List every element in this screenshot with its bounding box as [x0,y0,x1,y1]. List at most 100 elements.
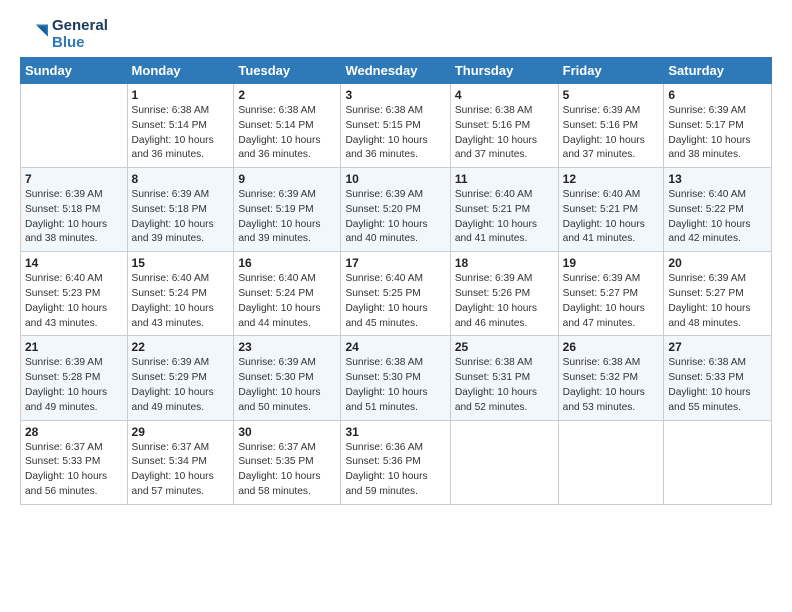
calendar-cell: 11 Sunrise: 6:40 AM Sunset: 5:21 PM Dayli… [450,168,558,252]
day-number: 7 [25,172,123,186]
calendar-cell: 29 Sunrise: 6:37 AM Sunset: 5:34 PM Dayli… [127,420,234,504]
day-info: Sunrise: 6:40 AM Sunset: 5:24 PM Dayligh… [132,272,230,331]
day-info: Sunrise: 6:37 AM Sunset: 5:33 PM Dayligh… [25,441,123,500]
day-number: 15 [132,256,230,270]
calendar-cell: 3Sunrise: 6:38 AM Sunset: 5:15 PM Daylig… [341,84,450,168]
calendar-cell: 22 Sunrise: 6:39 AM Sunset: 5:29 PM Dayli… [127,336,234,420]
calendar-cell: 16 Sunrise: 6:40 AM Sunset: 5:24 PM Dayli… [234,252,341,336]
day-number: 20 [668,256,767,270]
page-container: General Blue SundayMondayTuesdayWednesda… [0,0,792,515]
day-number: 22 [132,340,230,354]
calendar-cell: 1 Sunrise: 6:38 AM Sunset: 5:14 PM Daylig… [127,84,234,168]
week-row-1: 1 Sunrise: 6:38 AM Sunset: 5:14 PM Daylig… [21,84,772,168]
logo-icon [20,21,48,49]
day-info: Sunrise: 6:38 AM Sunset: 5:32 PM Dayligh… [563,356,660,415]
weekday-header-saturday: Saturday [664,58,772,84]
weekday-header-monday: Monday [127,58,234,84]
day-number: 11 [455,172,554,186]
week-row-5: 28 Sunrise: 6:37 AM Sunset: 5:33 PM Dayli… [21,420,772,504]
weekday-header-wednesday: Wednesday [341,58,450,84]
calendar-cell [21,84,128,168]
logo: General Blue [20,18,108,51]
day-number: 21 [25,340,123,354]
day-number: 18 [455,256,554,270]
day-number: 14 [25,256,123,270]
day-info: Sunrise: 6:40 AM Sunset: 5:21 PM Dayligh… [563,188,660,247]
day-number: 26 [563,340,660,354]
calendar-cell: 26 Sunrise: 6:38 AM Sunset: 5:32 PM Dayli… [558,336,664,420]
day-info: Sunrise: 6:39 AM Sunset: 5:18 PM Dayligh… [132,188,230,247]
day-number: 6 [668,88,767,102]
day-info: Sunrise: 6:39 AM Sunset: 5:19 PM Dayligh… [238,188,336,247]
day-number: 30 [238,425,336,439]
day-number: 25 [455,340,554,354]
day-info: Sunrise: 6:38 AM Sunset: 5:15 PM Dayligh… [345,104,445,163]
day-info: Sunrise: 6:39 AM Sunset: 5:18 PM Dayligh… [25,188,123,247]
day-info: Sunrise: 6:40 AM Sunset: 5:22 PM Dayligh… [668,188,767,247]
calendar-cell: 25Sunrise: 6:38 AM Sunset: 5:31 PM Dayli… [450,336,558,420]
day-number: 1 [132,88,230,102]
day-info: Sunrise: 6:39 AM Sunset: 5:29 PM Dayligh… [132,356,230,415]
weekday-header-sunday: Sunday [21,58,128,84]
logo-text: General Blue [52,18,108,51]
day-info: Sunrise: 6:40 AM Sunset: 5:24 PM Dayligh… [238,272,336,331]
day-info: Sunrise: 6:39 AM Sunset: 5:30 PM Dayligh… [238,356,336,415]
day-number: 24 [345,340,445,354]
day-info: Sunrise: 6:40 AM Sunset: 5:25 PM Dayligh… [345,272,445,331]
day-info: Sunrise: 6:38 AM Sunset: 5:14 PM Dayligh… [238,104,336,163]
weekday-header-tuesday: Tuesday [234,58,341,84]
day-info: Sunrise: 6:38 AM Sunset: 5:33 PM Dayligh… [668,356,767,415]
calendar-cell: 30 Sunrise: 6:37 AM Sunset: 5:35 PM Dayli… [234,420,341,504]
day-info: Sunrise: 6:38 AM Sunset: 5:16 PM Dayligh… [455,104,554,163]
day-info: Sunrise: 6:38 AM Sunset: 5:30 PM Dayligh… [345,356,445,415]
day-info: Sunrise: 6:39 AM Sunset: 5:26 PM Dayligh… [455,272,554,331]
day-number: 12 [563,172,660,186]
day-info: Sunrise: 6:39 AM Sunset: 5:16 PM Dayligh… [563,104,660,163]
day-info: Sunrise: 6:39 AM Sunset: 5:27 PM Dayligh… [668,272,767,331]
day-info: Sunrise: 6:39 AM Sunset: 5:28 PM Dayligh… [25,356,123,415]
day-number: 27 [668,340,767,354]
calendar-cell [450,420,558,504]
day-number: 10 [345,172,445,186]
day-number: 23 [238,340,336,354]
calendar-cell: 14Sunrise: 6:40 AM Sunset: 5:23 PM Dayli… [21,252,128,336]
calendar-cell [558,420,664,504]
day-info: Sunrise: 6:39 AM Sunset: 5:27 PM Dayligh… [563,272,660,331]
day-info: Sunrise: 6:37 AM Sunset: 5:34 PM Dayligh… [132,441,230,500]
calendar-cell: 31 Sunrise: 6:36 AM Sunset: 5:36 PM Dayli… [341,420,450,504]
calendar-cell: 13 Sunrise: 6:40 AM Sunset: 5:22 PM Dayli… [664,168,772,252]
day-number: 19 [563,256,660,270]
day-number: 13 [668,172,767,186]
calendar-cell: 2 Sunrise: 6:38 AM Sunset: 5:14 PM Daylig… [234,84,341,168]
day-number: 9 [238,172,336,186]
calendar-cell: 12 Sunrise: 6:40 AM Sunset: 5:21 PM Dayli… [558,168,664,252]
header: General Blue [20,18,772,51]
week-row-4: 21 Sunrise: 6:39 AM Sunset: 5:28 PM Dayli… [21,336,772,420]
week-row-3: 14Sunrise: 6:40 AM Sunset: 5:23 PM Dayli… [21,252,772,336]
day-number: 5 [563,88,660,102]
calendar-cell: 6 Sunrise: 6:39 AM Sunset: 5:17 PM Daylig… [664,84,772,168]
day-number: 17 [345,256,445,270]
day-info: Sunrise: 6:38 AM Sunset: 5:14 PM Dayligh… [132,104,230,163]
calendar-cell: 24 Sunrise: 6:38 AM Sunset: 5:30 PM Dayli… [341,336,450,420]
day-info: Sunrise: 6:40 AM Sunset: 5:21 PM Dayligh… [455,188,554,247]
day-number: 2 [238,88,336,102]
calendar-cell: 5 Sunrise: 6:39 AM Sunset: 5:16 PM Daylig… [558,84,664,168]
calendar-cell: 9 Sunrise: 6:39 AM Sunset: 5:19 PM Daylig… [234,168,341,252]
calendar-cell: 19 Sunrise: 6:39 AM Sunset: 5:27 PM Dayli… [558,252,664,336]
weekday-header-row: SundayMondayTuesdayWednesdayThursdayFrid… [21,58,772,84]
day-info: Sunrise: 6:39 AM Sunset: 5:17 PM Dayligh… [668,104,767,163]
day-number: 4 [455,88,554,102]
calendar-cell: 28 Sunrise: 6:37 AM Sunset: 5:33 PM Dayli… [21,420,128,504]
day-info: Sunrise: 6:36 AM Sunset: 5:36 PM Dayligh… [345,441,445,500]
day-number: 31 [345,425,445,439]
day-number: 28 [25,425,123,439]
day-number: 16 [238,256,336,270]
weekday-header-friday: Friday [558,58,664,84]
day-info: Sunrise: 6:37 AM Sunset: 5:35 PM Dayligh… [238,441,336,500]
calendar-cell: 18 Sunrise: 6:39 AM Sunset: 5:26 PM Dayli… [450,252,558,336]
day-number: 29 [132,425,230,439]
calendar-cell: 15 Sunrise: 6:40 AM Sunset: 5:24 PM Dayli… [127,252,234,336]
calendar-cell: 7 Sunrise: 6:39 AM Sunset: 5:18 PM Daylig… [21,168,128,252]
calendar-cell: 27 Sunrise: 6:38 AM Sunset: 5:33 PM Dayli… [664,336,772,420]
